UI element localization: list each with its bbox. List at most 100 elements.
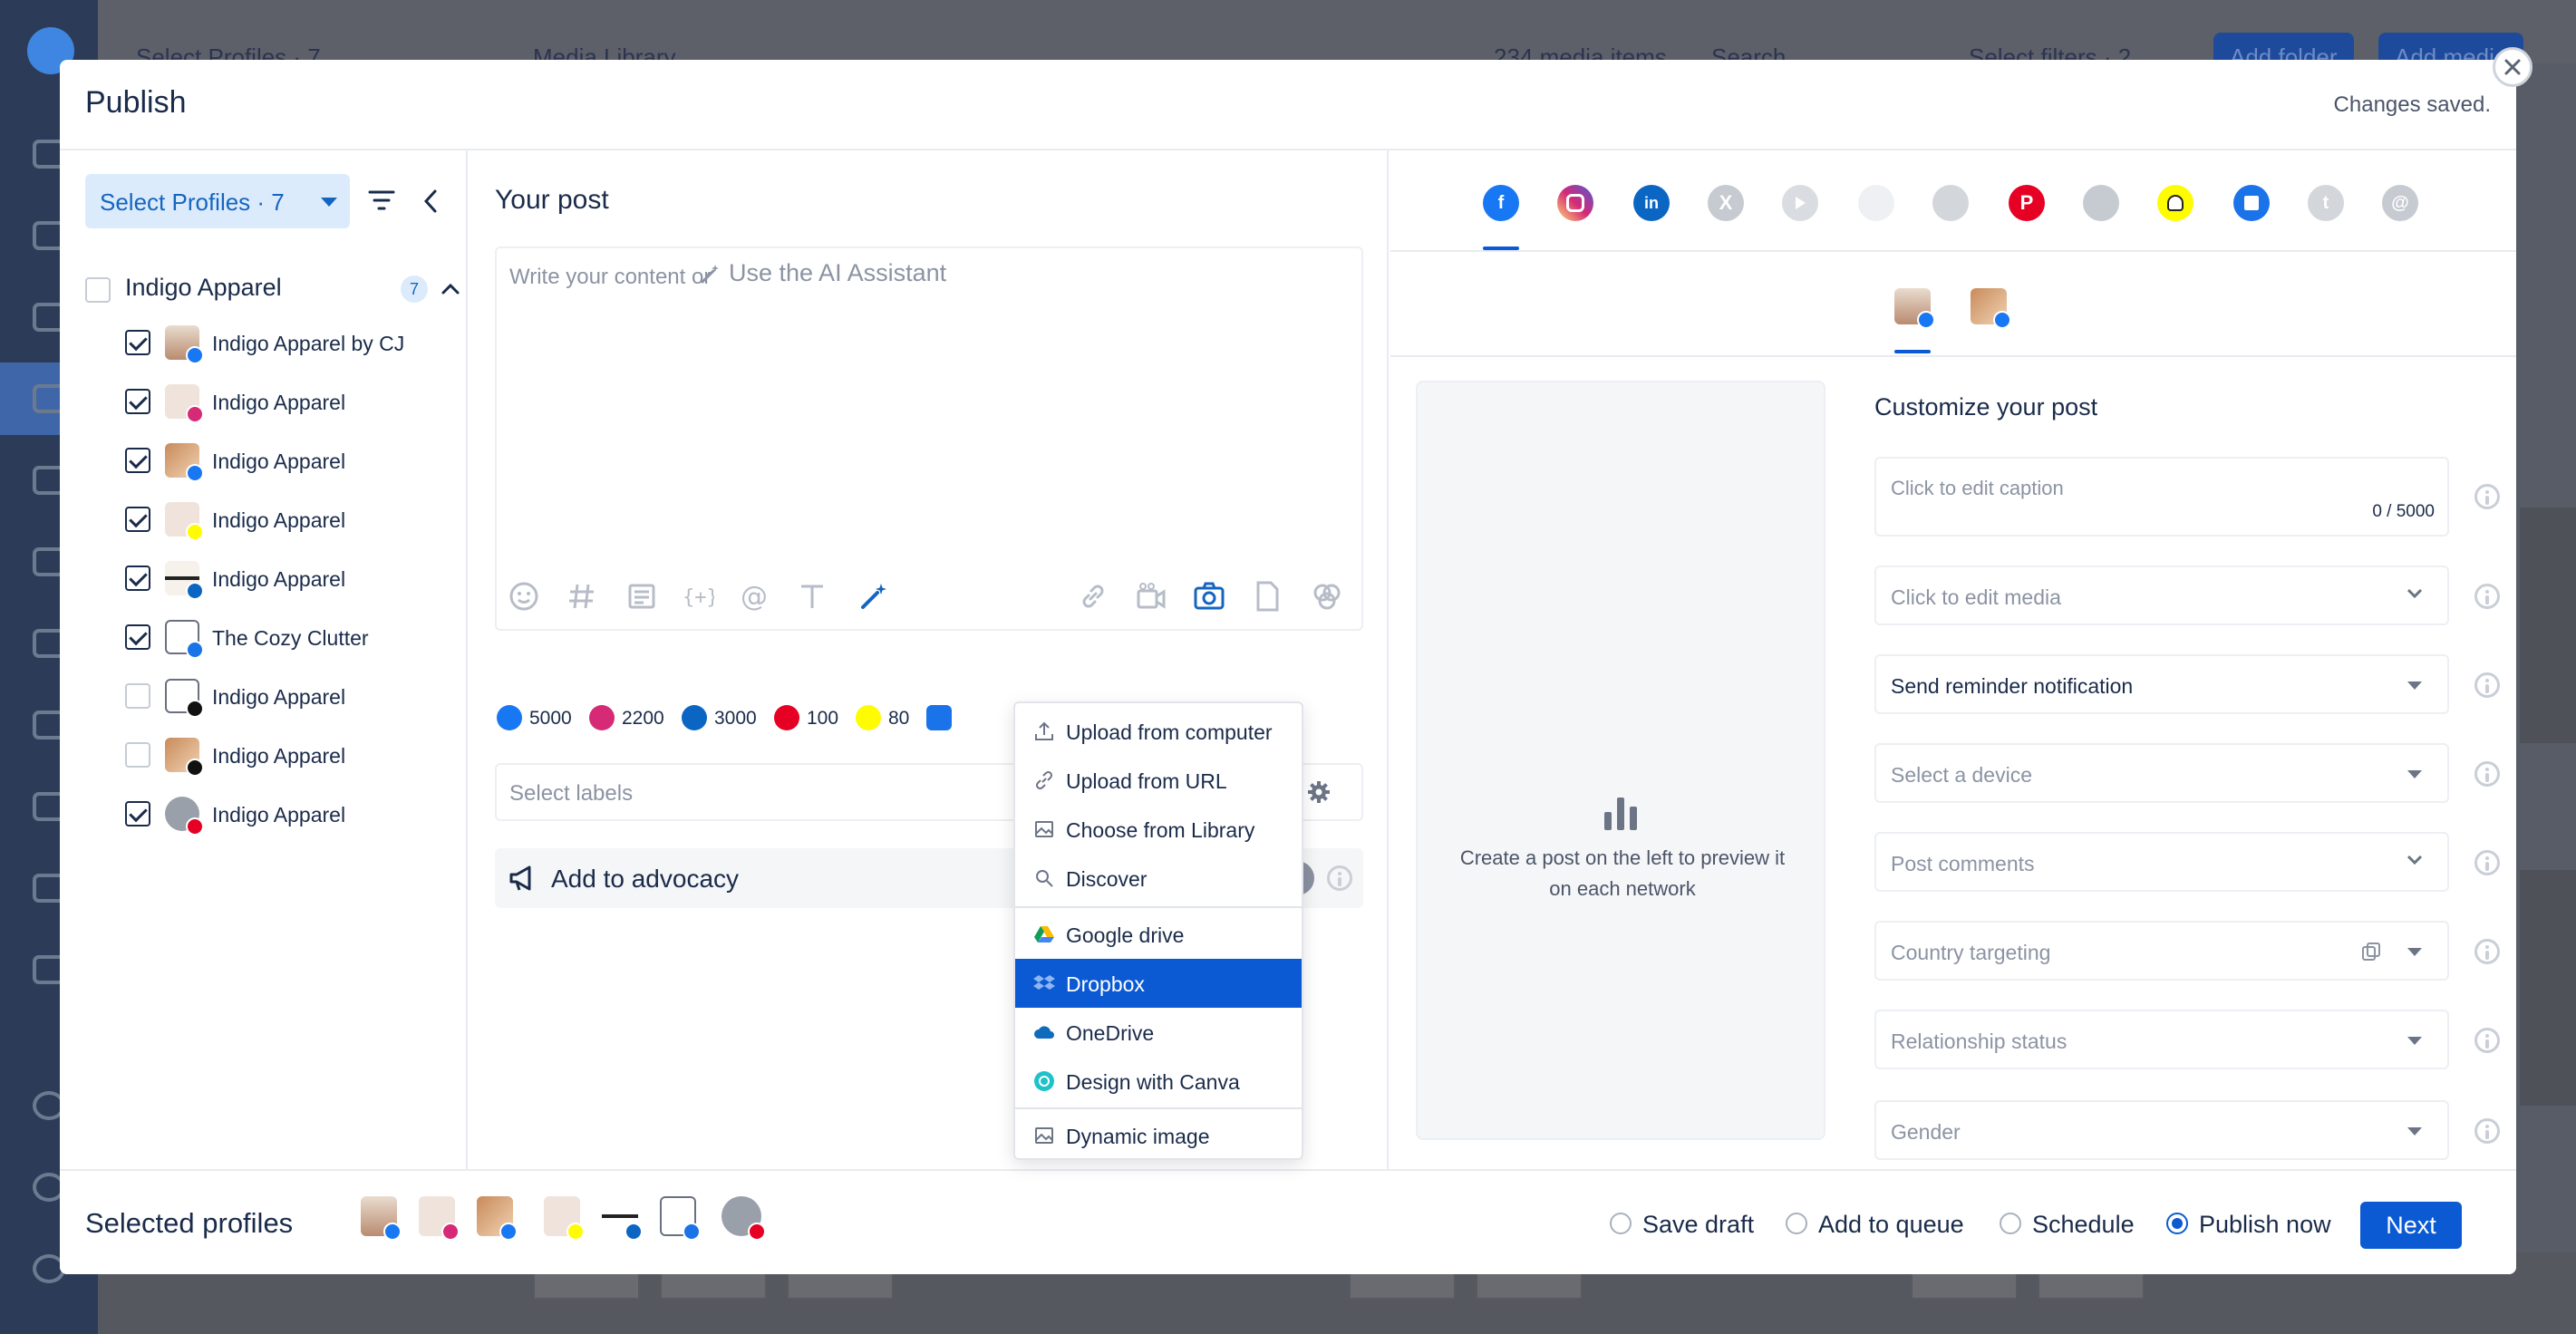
avatar [165,797,204,836]
profile-row[interactable]: Indigo Apparel [125,733,451,777]
profile-row[interactable]: Indigo Apparel by CJ [125,321,451,364]
avatar[interactable] [361,1196,402,1241]
menu-upload-from-url[interactable]: Upload from URL [1015,756,1302,805]
info-icon[interactable] [2474,761,2500,787]
menu-canva[interactable]: Design with Canva [1015,1057,1302,1106]
threads-icon[interactable]: @ [2382,185,2418,221]
variables-icon[interactable]: {+} [682,580,714,613]
avatar[interactable] [660,1196,701,1241]
avatar[interactable] [1971,288,2011,329]
facebook-icon[interactable]: f [1483,185,1519,221]
copy-icon[interactable] [2360,941,2382,962]
profile-checkbox[interactable] [125,742,150,768]
radio-label: Save draft [1642,1211,1755,1238]
linkedin-icon [682,705,707,730]
snippets-icon[interactable] [625,580,658,613]
video-icon[interactable] [1135,580,1167,613]
pinterest-icon[interactable]: P [2009,185,2045,221]
caption-field[interactable]: Click to edit caption 0 / 5000 [1874,457,2449,536]
post-content-editor[interactable]: Write your content or Use the AI Assista… [495,246,1363,631]
profile-checkbox[interactable] [125,507,150,532]
image-icon [1035,1127,1053,1144]
google-business-faded-icon[interactable] [1858,185,1894,221]
youtube-icon[interactable] [1782,185,1818,221]
profile-row[interactable]: Indigo Apparel [125,439,451,482]
facebook-icon [499,1223,518,1241]
link-icon[interactable] [1077,580,1109,613]
comments-placeholder: Post comments [1891,852,2035,875]
profile-row[interactable]: Indigo Apparel [125,792,451,836]
x-twitter-icon[interactable]: X [1708,185,1744,221]
comments-field[interactable]: Post comments [1874,832,2449,892]
info-icon[interactable] [2474,850,2500,875]
avatar[interactable] [544,1196,585,1241]
avatar[interactable] [477,1196,518,1241]
avatar[interactable] [419,1196,460,1241]
chevron-up-icon[interactable] [441,283,460,295]
menu-onedrive[interactable]: OneDrive [1015,1008,1302,1057]
info-icon[interactable] [2474,484,2500,509]
menu-google-drive[interactable]: Google drive [1015,910,1302,959]
profile-checkbox[interactable] [125,448,150,473]
group-checkbox[interactable] [85,277,111,303]
collapse-panel-button[interactable] [422,188,439,214]
radio-ring [2166,1213,2188,1234]
profile-checkbox[interactable] [125,683,150,709]
reddit-icon[interactable] [1932,185,1969,221]
info-icon[interactable] [2474,1028,2500,1053]
country-targeting-select[interactable]: Country targeting [1874,921,2449,981]
tiktok-icon[interactable] [2083,185,2119,221]
profile-checkbox[interactable] [125,566,150,591]
profile-group-header[interactable]: Indigo Apparel 7 [85,272,460,308]
device-select[interactable]: Select a device [1874,743,2449,803]
profile-checkbox[interactable] [125,801,150,826]
profile-row[interactable]: Indigo Apparel [125,674,451,718]
menu-dropbox[interactable]: Dropbox [1015,959,1302,1008]
filter-button[interactable] [368,188,395,212]
info-icon[interactable] [1327,865,1352,891]
hashtag-icon[interactable] [566,580,598,613]
avatar[interactable] [721,1196,766,1241]
emoji-icon[interactable] [508,580,540,613]
next-button[interactable]: Next [2360,1202,2462,1249]
info-icon[interactable] [2474,1118,2500,1144]
limit-value: 2200 [622,708,664,729]
avatar[interactable] [602,1196,643,1241]
profile-label: Indigo Apparel [212,744,346,768]
profile-row[interactable]: Indigo Apparel [125,556,451,600]
tumblr-icon[interactable]: t [2308,185,2344,221]
menu-upload-from-computer[interactable]: Upload from computer [1015,707,1302,756]
ai-wand-icon[interactable] [857,580,890,613]
profile-checkbox[interactable] [125,624,150,650]
close-modal-button[interactable] [2493,47,2532,87]
instagram-icon[interactable] [1557,185,1593,221]
info-icon[interactable] [2474,584,2500,609]
document-icon[interactable] [1251,580,1283,613]
menu-dynamic-image[interactable]: Dynamic image [1015,1111,1302,1160]
profile-row[interactable]: Indigo Apparel [125,380,451,423]
avatar [165,561,204,600]
avatar[interactable] [1894,288,1935,329]
mention-icon[interactable]: @ [738,580,770,613]
info-icon[interactable] [2474,672,2500,698]
profile-checkbox[interactable] [125,389,150,414]
profile-checkbox[interactable] [125,330,150,355]
google-business-icon[interactable] [2233,185,2270,221]
menu-choose-from-library[interactable]: Choose from Library [1015,805,1302,854]
gender-select[interactable]: Gender [1874,1100,2449,1160]
snapchat-icon[interactable] [2157,185,2193,221]
info-icon[interactable] [2474,939,2500,964]
menu-discover[interactable]: Discover [1015,854,1302,903]
relationship-select[interactable]: Relationship status [1874,1010,2449,1069]
linkedin-icon[interactable]: in [1633,185,1670,221]
text-format-icon[interactable] [796,580,828,613]
select-profiles-dropdown[interactable]: Select Profiles · 7 [85,174,350,228]
profile-row[interactable]: Indigo Apparel [125,498,451,541]
caret-down-icon [2407,1037,2422,1045]
profile-row[interactable]: The Cozy Clutter [125,615,451,659]
camera-icon[interactable] [1193,580,1225,613]
multi-image-icon[interactable] [1311,580,1343,613]
ai-assistant-button[interactable]: Use the AI Assistant [701,259,946,287]
reminder-select[interactable]: Send reminder notification [1874,654,2449,714]
media-field[interactable]: Click to edit media [1874,566,2449,625]
